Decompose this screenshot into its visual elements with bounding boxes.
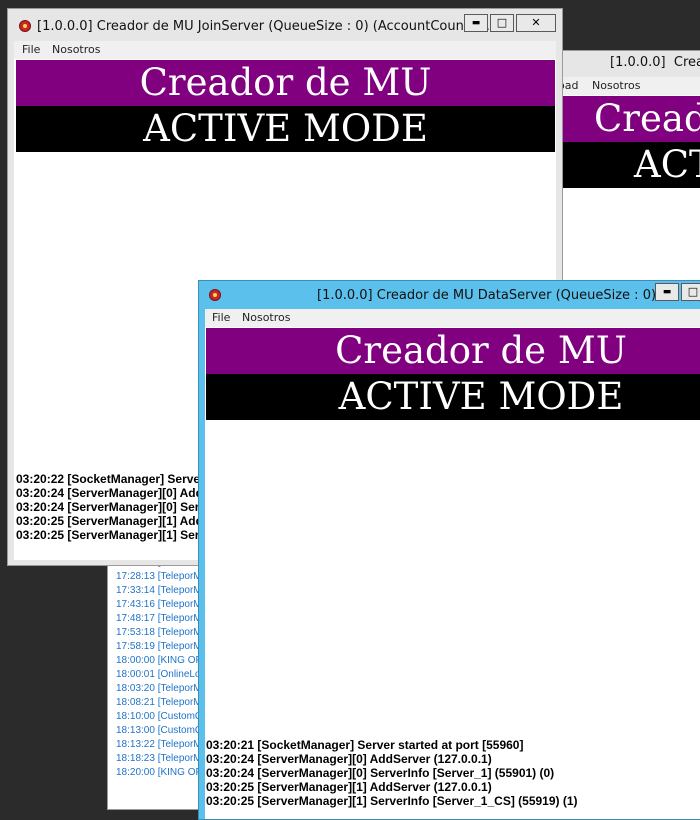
log-line: 18:10:00 [CustomQ: [116, 711, 203, 722]
log-line: 17:53:18 [TeleporM: [116, 627, 202, 638]
minimize-button[interactable]: ▬: [655, 283, 679, 301]
maximize-button[interactable]: □: [490, 14, 514, 32]
log-line: 18:18:23 [TeleporM: [116, 753, 202, 764]
gameserver-log: 17:25:01 [Invasion 17:28:13 [TeleporM 17…: [116, 556, 203, 780]
log-line: 03:20:24 [ServerManager][0] ServerInfo […: [206, 766, 555, 780]
dataserver-titlebar[interactable]: [1.0.0.0] Creador de MU DataServer (Queu…: [199, 281, 700, 309]
maximize-button[interactable]: □: [681, 283, 700, 301]
gameserver-banner-mode: ACTIVE MODE: [562, 142, 700, 188]
close-button[interactable]: ✕: [516, 14, 556, 32]
menu-file[interactable]: File: [212, 311, 230, 324]
log-line: 18:00:01 [OnlineLo: [116, 669, 201, 680]
log-line: 17:43:16 [TeleporM: [116, 599, 202, 610]
app-icon: [209, 289, 221, 301]
joinserver-titlebar[interactable]: [1.0.0.0] Creador de MU JoinServer (Queu…: [8, 9, 562, 41]
gameserver-banner-title: Creador de MU: [562, 96, 700, 142]
log-line: 18:13:22 [TeleporM: [116, 739, 202, 750]
log-line: 17:33:14 [TeleporM: [116, 585, 202, 596]
log-line: 17:48:17 [TeleporM: [116, 613, 202, 624]
menu-nosotros[interactable]: Nosotros: [242, 311, 290, 324]
minimize-button[interactable]: ▬: [464, 14, 488, 32]
dataserver-banner-title: Creador de MU: [206, 328, 700, 374]
dataserver-window[interactable]: [1.0.0.0] Creador de MU DataServer (Queu…: [198, 280, 700, 820]
log-line: 18:13:00 [CustomQ: [116, 725, 203, 736]
log-line: 03:20:25 [ServerManager][1] AddServer (1…: [206, 780, 492, 794]
app-icon: [19, 20, 31, 32]
dataserver-client: File Nosotros Creador de MU ACTIVE MODE …: [205, 309, 700, 819]
menu-nosotros[interactable]: Nosotros: [52, 43, 100, 56]
dataserver-menubar: File Nosotros: [205, 309, 700, 327]
log-line: 18:20:00 [KING OF: [116, 767, 202, 778]
menu-nosotros[interactable]: Nosotros: [592, 79, 640, 92]
log-line: 17:58:19 [TeleporM: [116, 641, 202, 652]
joinserver-banner-title: Creador de MU: [16, 60, 555, 106]
gameserver-title: [1.0.0.0] Creador de MU: [610, 55, 700, 70]
menu-file[interactable]: File: [22, 43, 40, 56]
dataserver-title: [1.0.0.0] Creador de MU DataServer (Queu…: [317, 288, 657, 303]
dataserver-banner-mode: ACTIVE MODE: [206, 374, 700, 420]
log-line: 18:00:00 [KING OF: [116, 655, 202, 666]
log-line: 18:08:21 [TeleporM: [116, 697, 202, 708]
joinserver-banner-mode: ACTIVE MODE: [16, 106, 555, 152]
joinserver-menubar: File Nosotros: [14, 41, 556, 59]
dataserver-log: 03:20:21 [SocketManager] Server started …: [206, 738, 578, 808]
log-line: 17:28:13 [TeleporM: [116, 571, 202, 582]
log-line: 03:20:21 [SocketManager] Server started …: [206, 738, 524, 752]
joinserver-title: [1.0.0.0] Creador de MU JoinServer (Queu…: [37, 19, 494, 34]
log-line: 18:03:20 [TeleporM: [116, 683, 202, 694]
log-line: 03:20:25 [ServerManager][1] ServerInfo […: [206, 794, 578, 808]
log-line: 03:20:24 [ServerManager][0] AddServer (1…: [206, 752, 492, 766]
